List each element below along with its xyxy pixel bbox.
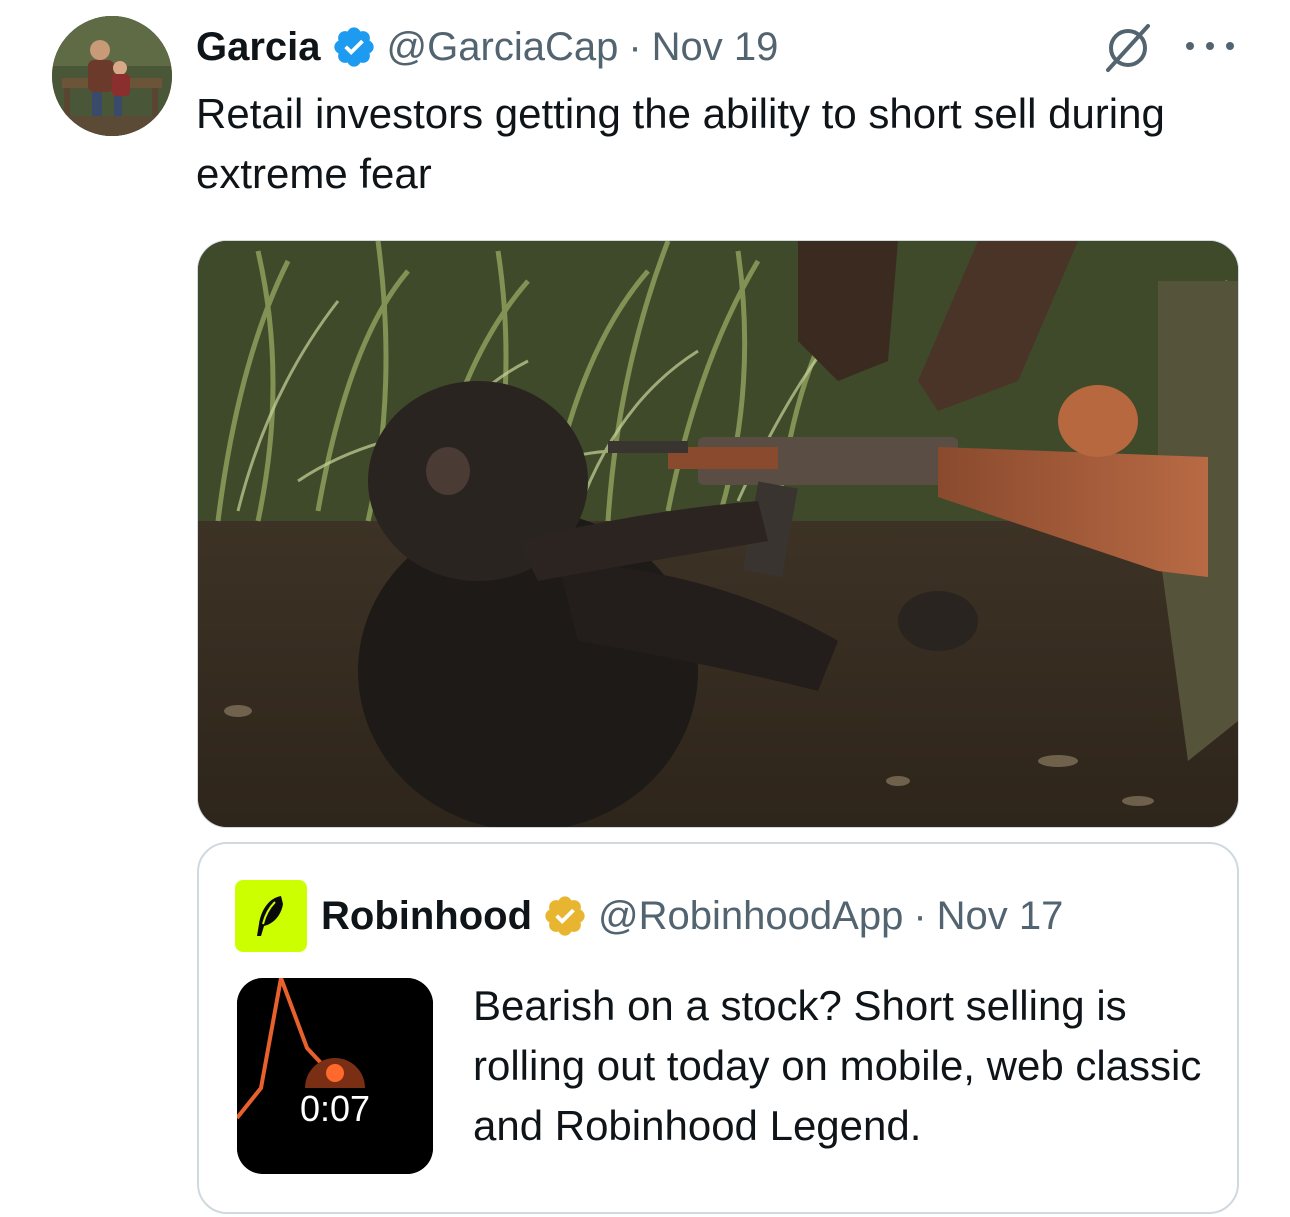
- grok-icon[interactable]: [1100, 20, 1156, 76]
- more-icon[interactable]: [1182, 36, 1238, 56]
- tweet-text: Retail investors getting the ability to …: [196, 90, 1165, 197]
- tweet-media-image[interactable]: [197, 240, 1239, 828]
- quoted-author-handle[interactable]: @RobinhoodApp: [598, 894, 903, 939]
- quoted-tweet-card[interactable]: Robinhood @RobinhoodApp · Nov 17 0:07 Be…: [197, 842, 1239, 1214]
- quoted-tweet-header: Robinhood @RobinhoodApp · Nov 17: [321, 890, 1063, 942]
- quoted-header-separator: ·: [913, 893, 927, 938]
- quoted-author-avatar[interactable]: [235, 880, 307, 952]
- video-duration: 0:07: [299, 1088, 371, 1129]
- media-photo: [198, 241, 1238, 827]
- tweet-header: Garcia @GarciaCap · Nov 19: [196, 22, 778, 72]
- robinhood-feather-icon: [257, 896, 283, 936]
- quoted-tweet-text: Bearish on a stock? Short selling is rol…: [473, 982, 1202, 1149]
- tweet-date[interactable]: Nov 19: [652, 25, 779, 70]
- avatar-photo: [52, 16, 172, 136]
- header-separator: ·: [628, 24, 642, 69]
- quoted-tweet-date[interactable]: Nov 17: [937, 894, 1064, 939]
- author-handle[interactable]: @GarciaCap: [387, 25, 619, 70]
- author-name[interactable]: Garcia: [196, 25, 321, 70]
- author-avatar[interactable]: [52, 16, 172, 136]
- quoted-author-name[interactable]: Robinhood: [321, 894, 532, 939]
- quoted-video-thumbnail[interactable]: 0:07: [237, 978, 433, 1174]
- video-thumbnail-graphic: [237, 978, 433, 1174]
- verified-badge-icon[interactable]: [331, 24, 377, 70]
- gold-verified-badge-icon[interactable]: [542, 893, 588, 939]
